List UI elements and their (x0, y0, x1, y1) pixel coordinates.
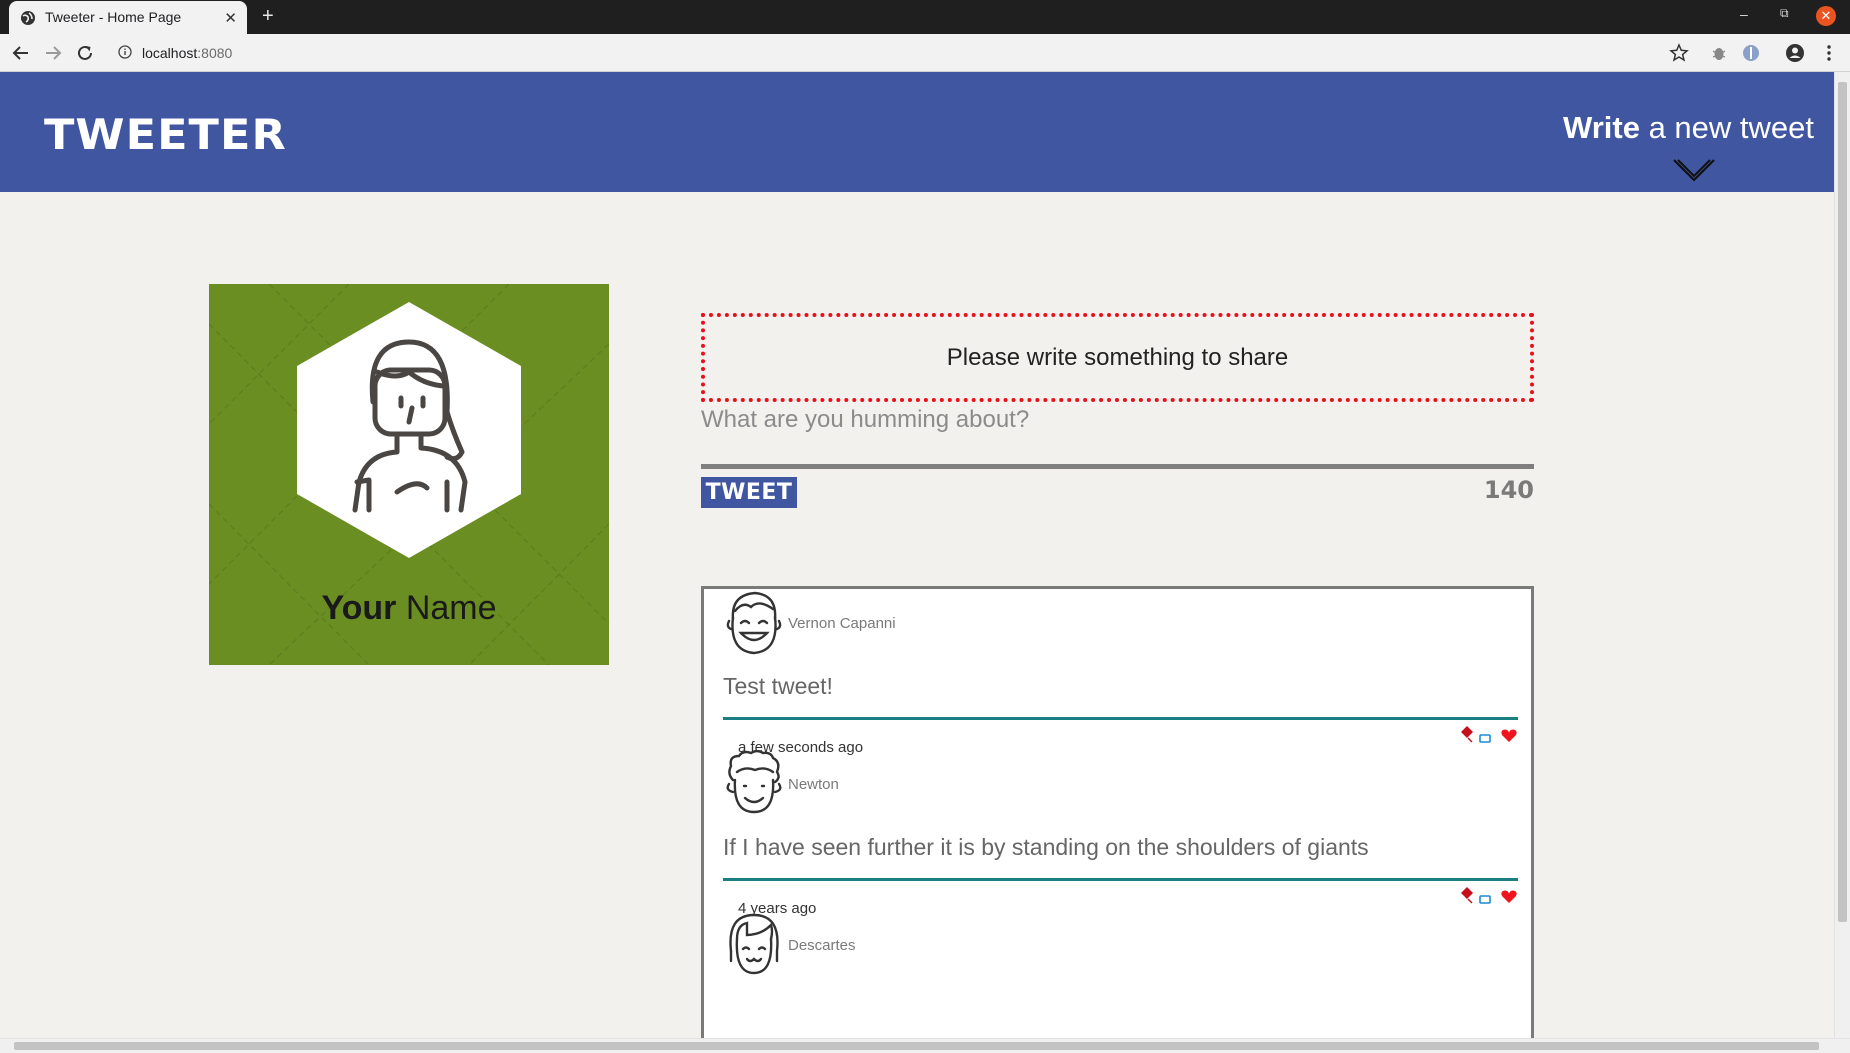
extension-icon[interactable] (1740, 42, 1762, 64)
tweet-submit-button[interactable]: TWEET (701, 477, 797, 508)
tweet-author: Vernon Capanni (788, 615, 896, 632)
flag-icon (1461, 726, 1473, 743)
flag-icon (1461, 887, 1473, 904)
profile-last-name: Name (396, 589, 497, 627)
minimize-icon[interactable]: – (1740, 6, 1754, 22)
compose-toggle-bold: Write (1563, 110, 1640, 145)
heart-icon (1501, 890, 1517, 903)
avatar (297, 302, 521, 558)
tweet-actions (1461, 726, 1517, 743)
tweet-divider (723, 717, 1518, 720)
retweet-icon (1479, 734, 1491, 743)
tweet-author: Newton (788, 776, 839, 793)
tweet-actions (1461, 887, 1517, 904)
back-icon[interactable] (10, 42, 32, 64)
restore-icon[interactable]: ⧉ (1780, 6, 1789, 21)
window-close-icon[interactable]: ✕ (1816, 6, 1836, 26)
menu-kebab-icon[interactable] (1818, 42, 1840, 64)
browser-tab-bar: Tweeter - Home Page ✕ + – ⧉ ✕ (0, 0, 1850, 34)
site-header: TWEETER Write a new tweet (0, 72, 1834, 192)
info-icon[interactable] (118, 45, 132, 59)
retweet-icon (1479, 895, 1491, 904)
tweet-card: Descartes (704, 911, 1531, 1038)
vertical-scroll-thumb[interactable] (1838, 82, 1847, 922)
smiling-man-icon (726, 591, 782, 655)
tweet-text: Test tweet! (723, 673, 833, 699)
tweet-textarea-placeholder: What are you humming about? (701, 406, 1030, 433)
tweet-text: If I have seen further it is by standing… (723, 834, 1369, 860)
browser-toolbar: localhost:8080 (0, 34, 1850, 72)
bob-hair-person-icon (729, 913, 779, 975)
tab-title: Tweeter - Home Page (45, 9, 182, 25)
vertical-scrollbar[interactable] (1834, 72, 1850, 1039)
address-bar[interactable]: localhost:8080 (108, 39, 1708, 67)
tweet-divider (723, 878, 1518, 881)
brand-logo[interactable]: TWEETER (44, 110, 287, 159)
compose-toggle-rest: a new tweet (1639, 110, 1814, 145)
reload-icon[interactable] (74, 42, 96, 64)
bookmark-star-icon[interactable] (1668, 42, 1690, 64)
bug-extension-icon[interactable] (1708, 42, 1730, 64)
tweet-textarea[interactable]: What are you humming about? (701, 402, 1534, 466)
compose-divider (701, 464, 1534, 469)
heart-icon (1501, 729, 1517, 742)
tweet-author: Descartes (788, 937, 856, 954)
tweet-list: Vernon Capanni Test tweet! a few seconds… (701, 586, 1534, 1038)
tab-close-icon[interactable]: ✕ (224, 9, 237, 27)
account-icon[interactable] (1784, 42, 1806, 64)
horizontal-scroll-thumb[interactable] (14, 1042, 1819, 1050)
url-text: localhost:8080 (142, 45, 232, 61)
profile-card: Your Name (209, 284, 609, 665)
profile-name: Your Name (209, 589, 609, 628)
profile-first-name: Your (321, 589, 397, 627)
curly-hair-man-icon (726, 750, 782, 814)
horizontal-scrollbar[interactable] (0, 1038, 1850, 1053)
new-tab-button[interactable]: + (262, 5, 274, 28)
url-port: :8080 (197, 45, 233, 61)
error-message: Please write something to share (701, 313, 1534, 402)
forward-icon[interactable] (42, 42, 64, 64)
url-host: localhost (142, 45, 198, 61)
character-counter: 140 (1483, 476, 1534, 504)
browser-tab[interactable]: Tweeter - Home Page ✕ (9, 1, 247, 34)
chevron-down-icon[interactable] (1672, 158, 1716, 184)
write-tweet-toggle[interactable]: Write a new tweet (1563, 110, 1814, 146)
globe-icon (21, 11, 35, 25)
